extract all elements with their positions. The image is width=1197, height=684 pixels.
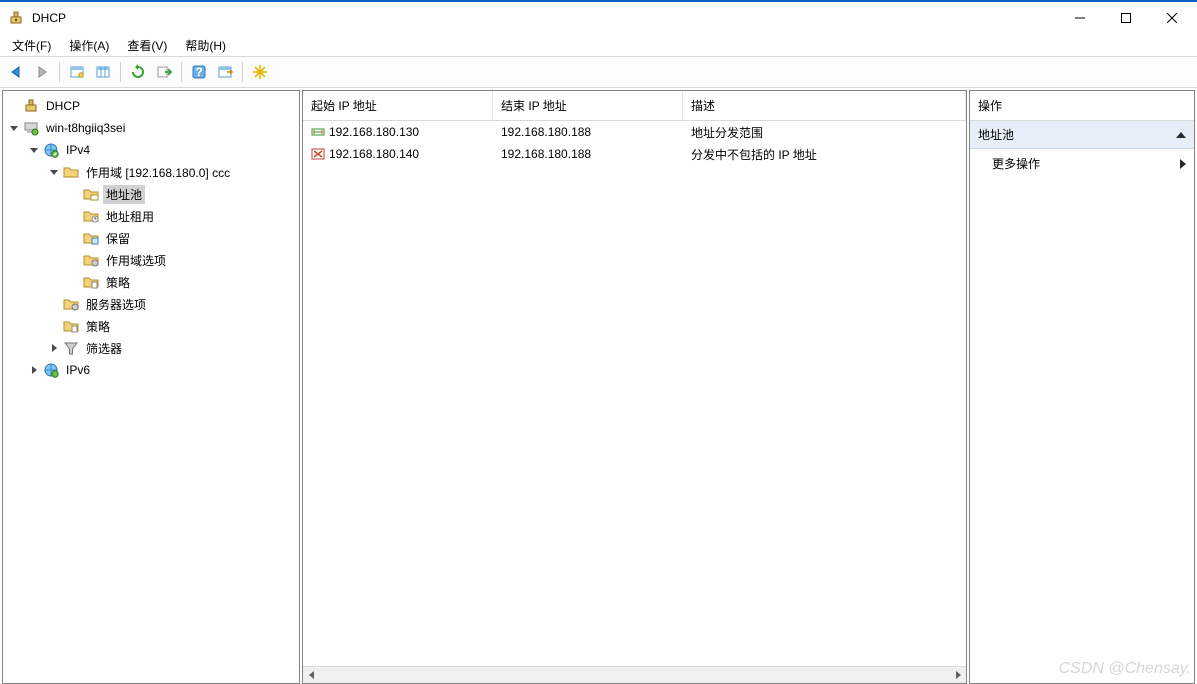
cell-end: 192.168.180.188 [501,125,591,139]
cell-start: 192.168.180.140 [329,147,419,161]
folder-icon [83,208,99,224]
submenu-icon [1180,159,1186,169]
menu-bar: 文件(F) 操作(A) 查看(V) 帮助(H) [0,34,1197,56]
export-icon[interactable] [152,60,176,84]
collapse-icon[interactable] [27,143,41,157]
menu-file[interactable]: 文件(F) [6,35,57,56]
folder-icon [83,274,99,290]
close-button[interactable] [1149,3,1195,33]
folder-icon [63,318,79,334]
tree-filters[interactable]: 筛选器 [3,337,299,359]
tree-reservations[interactable]: 保留 [3,227,299,249]
tree-server-options[interactable]: 服务器选项 [3,293,299,315]
folder-icon [83,252,99,268]
tree-policies[interactable]: 策略 [3,271,299,293]
actions-section[interactable]: 地址池 [970,121,1194,149]
refresh-icon[interactable] [126,60,150,84]
back-button[interactable] [4,60,28,84]
actions-title: 操作 [970,91,1194,121]
collapse-icon[interactable] [7,121,21,135]
tree-address-pool[interactable]: 地址池 [3,183,299,205]
filter-icon [63,340,79,356]
expand-icon[interactable] [47,341,61,355]
cell-end: 192.168.180.188 [501,147,591,161]
list-row[interactable]: 192.168.180.130 192.168.180.188 地址分发范围 [303,121,966,143]
folder-icon [83,186,99,202]
title-bar: DHCP [0,2,1197,34]
collapse-icon [1176,132,1186,138]
actions-more[interactable]: 更多操作 [970,149,1194,178]
cell-desc: 地址分发范围 [691,124,763,141]
list-pane: 起始 IP 地址 结束 IP 地址 描述 192.168.180.130 192… [302,90,967,684]
collapse-icon[interactable] [47,165,61,179]
star-icon[interactable] [248,60,272,84]
cell-desc: 分发中不包括的 IP 地址 [691,146,817,163]
actions-pane: 操作 地址池 更多操作 [969,90,1195,684]
col-start[interactable]: 起始 IP 地址 [303,91,493,120]
folder-icon [63,164,79,180]
ipv4-icon [43,142,59,158]
tree-server[interactable]: win-t8hgiiq3sei [3,117,299,139]
properties-icon[interactable] [213,60,237,84]
tree-pane: DHCP win-t8hgiiq3sei IPv4 作用域 [192.168.1… [2,90,300,684]
new-window-icon[interactable] [65,60,89,84]
tree-root[interactable]: DHCP [3,95,299,117]
ipv6-icon [43,362,59,378]
maximize-button[interactable] [1103,3,1149,33]
server-icon [23,120,39,136]
columns-icon[interactable] [91,60,115,84]
dhcp-icon [23,98,39,114]
exclude-icon [311,147,325,161]
tree-policies2[interactable]: 策略 [3,315,299,337]
col-desc[interactable]: 描述 [683,91,966,120]
tree-ipv4[interactable]: IPv4 [3,139,299,161]
help-icon[interactable]: ? [187,60,211,84]
folder-icon [83,230,99,246]
window-title: DHCP [32,11,1057,25]
tree-scope[interactable]: 作用域 [192.168.180.0] ccc [3,161,299,183]
menu-action[interactable]: 操作(A) [63,35,115,56]
tree-leases[interactable]: 地址租用 [3,205,299,227]
forward-button[interactable] [30,60,54,84]
svg-text:?: ? [195,65,202,79]
h-scrollbar[interactable] [303,666,966,683]
menu-view[interactable]: 查看(V) [121,35,173,56]
tree-scope-options[interactable]: 作用域选项 [3,249,299,271]
range-icon [311,125,325,139]
col-end[interactable]: 结束 IP 地址 [493,91,683,120]
list-header: 起始 IP 地址 结束 IP 地址 描述 [303,91,966,121]
toolbar: ? [0,56,1197,88]
expand-icon[interactable] [27,363,41,377]
list-row[interactable]: 192.168.180.140 192.168.180.188 分发中不包括的 … [303,143,966,165]
minimize-button[interactable] [1057,3,1103,33]
scroll-left-icon[interactable] [303,667,320,684]
cell-start: 192.168.180.130 [329,125,419,139]
scroll-right-icon[interactable] [949,667,966,684]
menu-help[interactable]: 帮助(H) [179,35,232,56]
tree-ipv6[interactable]: IPv6 [3,359,299,381]
folder-icon [63,296,79,312]
app-icon [8,10,24,26]
